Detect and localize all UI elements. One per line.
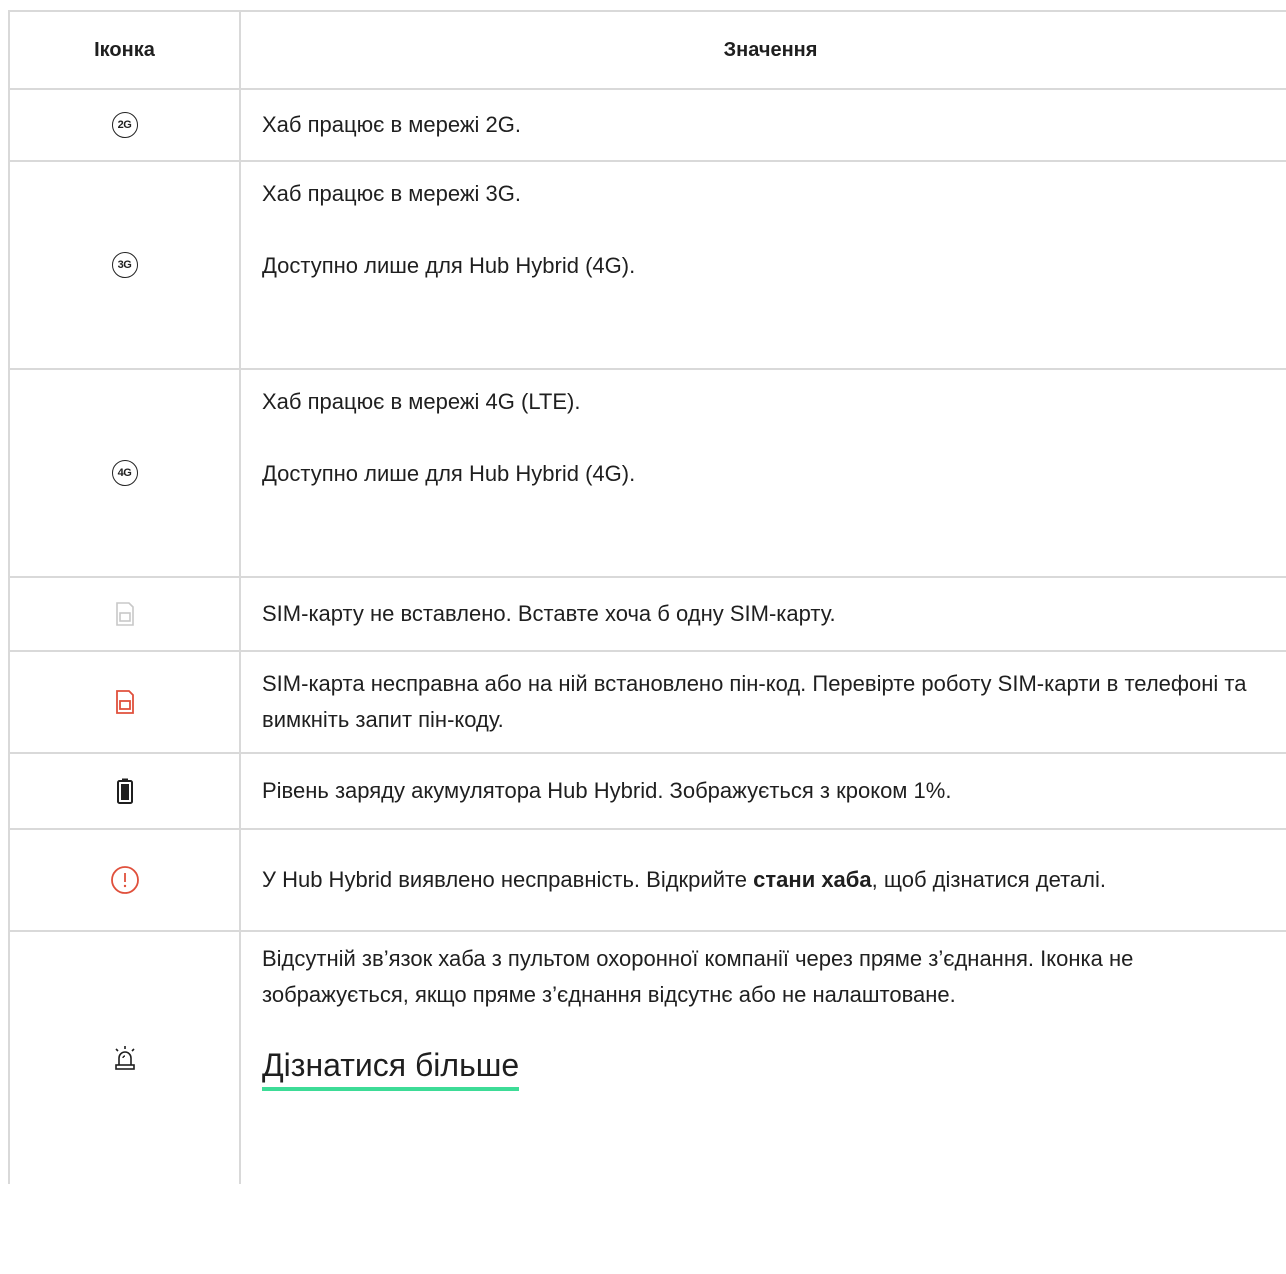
meaning-cell: Хаб працює в мережі 2G. (241, 90, 1286, 160)
icon-cell (10, 754, 241, 828)
meaning-text: Хаб працює в мережі 4G (LTE). (262, 389, 581, 414)
battery-icon (116, 778, 133, 804)
table-row: 2G Хаб працює в мережі 2G. (10, 90, 1286, 162)
icon-cell: 4G (10, 370, 241, 576)
meaning-cell: SIM-карту не вставлено. Вставте хоча б о… (241, 578, 1286, 650)
header-icon-column: Іконка (10, 12, 241, 88)
fault-warning-icon (110, 866, 139, 894)
meaning-text: Рівень заряду акумулятора Hub Hybrid. Зо… (262, 778, 952, 803)
alarm-siren-icon (114, 1046, 135, 1070)
learn-more-link[interactable]: Дізнатися більше (262, 1045, 520, 1091)
meaning-text: У Hub Hybrid виявлено несправність. Відк… (262, 867, 1106, 892)
sim-card-missing-icon (115, 602, 134, 626)
meaning-cell: Хаб працює в мережі 4G (LTE). Доступно л… (241, 370, 1286, 576)
icon-cell (10, 652, 241, 752)
icon-cell: 3G (10, 162, 241, 368)
meaning-cell: Хаб працює в мережі 3G. Доступно лише дл… (241, 162, 1286, 368)
3g-network-icon: 3G (111, 252, 138, 278)
icon-cell (10, 932, 241, 1184)
meaning-text: Відсутній зв’язок хаба з пультом охоронн… (262, 946, 1134, 1007)
table-row: У Hub Hybrid виявлено несправність. Відк… (10, 830, 1286, 932)
meaning-note: Доступно лише для Hub Hybrid (4G). (262, 461, 636, 486)
meaning-cell: У Hub Hybrid виявлено несправність. Відк… (241, 830, 1286, 930)
icon-cell: 2G (10, 90, 241, 160)
table-row: SIM-карту не вставлено. Вставте хоча б о… (10, 578, 1286, 652)
meaning-text: SIM-карта несправна або на ній встановле… (262, 671, 1247, 732)
header-meaning-column: Значення (723, 39, 818, 61)
4g-network-icon: 4G (111, 460, 138, 486)
meaning-note: Доступно лише для Hub Hybrid (4G). (262, 253, 636, 278)
icon-cell (10, 578, 241, 650)
meaning-text: Хаб працює в мережі 2G. (262, 112, 522, 137)
meaning-cell: SIM-карта несправна або на ній встановле… (241, 652, 1286, 752)
meaning-text: SIM-карту не вставлено. Вставте хоча б о… (262, 601, 836, 626)
table-header-row: Іконка Значення (10, 12, 1286, 90)
table-row: SIM-карта несправна або на ній встановле… (10, 652, 1286, 754)
table-row: Відсутній зв’язок хаба з пультом охоронн… (10, 932, 1286, 1184)
table-row: 3G Хаб працює в мережі 3G. Доступно лише… (10, 162, 1286, 370)
meaning-cell: Відсутній зв’язок хаба з пультом охоронн… (241, 932, 1286, 1184)
hub-states-emphasis: стани хаба (753, 867, 872, 892)
sim-card-error-icon (115, 690, 134, 714)
meaning-text: Хаб працює в мережі 3G. (262, 181, 522, 206)
table-row: 4G Хаб працює в мережі 4G (LTE). Доступн… (10, 370, 1286, 578)
table-row: Рівень заряду акумулятора Hub Hybrid. Зо… (10, 754, 1286, 830)
meaning-cell: Рівень заряду акумулятора Hub Hybrid. Зо… (241, 754, 1286, 828)
icon-cell (10, 830, 241, 930)
2g-network-icon: 2G (111, 112, 138, 138)
status-icons-table: Іконка Значення 2G Хаб працює в мережі 2… (8, 10, 1286, 1184)
